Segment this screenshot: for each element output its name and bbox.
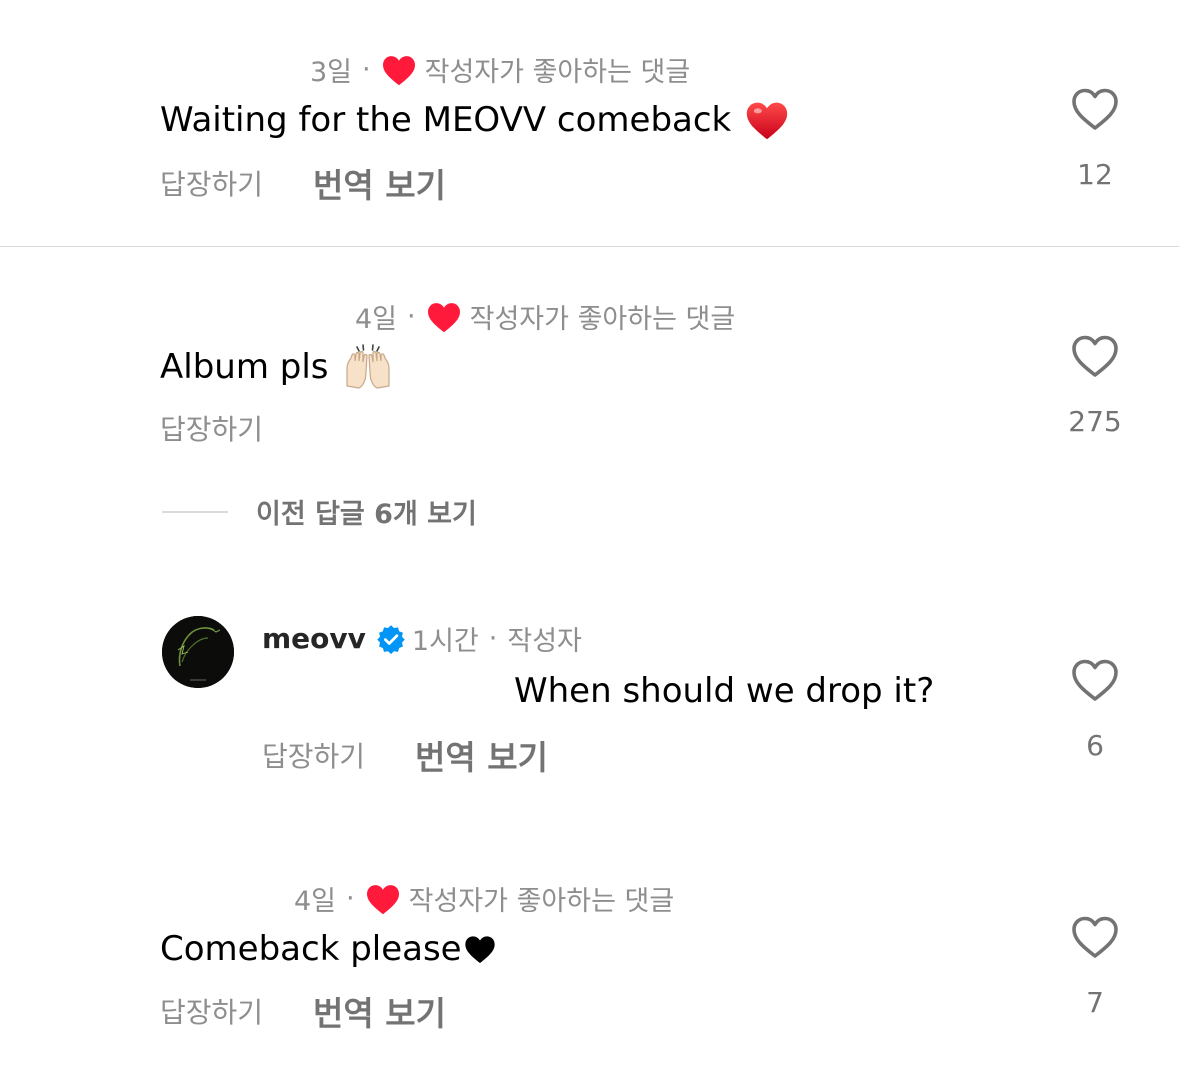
reply-button[interactable]: 답장하기: [160, 408, 263, 448]
reply-actions: 답장하기 번역 보기: [262, 732, 548, 778]
heart-icon: [381, 54, 417, 86]
comment-actions: 답장하기 번역 보기: [160, 988, 446, 1034]
comment-meta: 4일 · 작성자가 좋아하는 댓글: [294, 879, 674, 918]
like-count: 6: [1086, 729, 1104, 762]
heart-outline-icon[interactable]: [1070, 914, 1120, 960]
translate-button[interactable]: 번역 보기: [313, 987, 446, 1035]
divider: [0, 246, 1179, 247]
comment-meta: 4일 · 작성자가 좋아하는 댓글: [355, 297, 735, 336]
liked-by-creator-label: 작성자가 좋아하는 댓글: [469, 304, 736, 335]
meta-separator: ·: [362, 54, 371, 85]
comments-screen: 3일 · 작성자가 좋아하는 댓글 Waiting for the MEOVV …: [0, 0, 1179, 1076]
comment-text-content: Comeback please: [160, 929, 462, 969]
translate-button[interactable]: 번역 보기: [313, 159, 446, 207]
comment-meta: 3일 · 작성자가 좋아하는 댓글: [310, 50, 690, 89]
reply-button[interactable]: 답장하기: [262, 735, 365, 775]
comment-time: 4일: [355, 304, 398, 335]
translate-button[interactable]: 번역 보기: [415, 731, 548, 779]
avatar[interactable]: [162, 616, 234, 688]
reply-text: When should we drop it?: [514, 671, 935, 711]
comment-actions: 답장하기: [160, 405, 263, 451]
reply-author-row: meovv 1시간 · 작성자: [262, 619, 582, 658]
comment-text-content: Album pls: [160, 347, 329, 387]
raising-hands-emoji-icon: [343, 344, 393, 390]
comment-time: 4일: [294, 886, 337, 917]
like-count: 12: [1077, 158, 1113, 191]
comment-time: 3일: [310, 57, 353, 88]
reply-button[interactable]: 답장하기: [160, 163, 263, 203]
black-heart-emoji-icon: [464, 934, 496, 964]
liked-by-creator-label: 작성자가 좋아하는 댓글: [408, 886, 675, 917]
meta-separator: ·: [488, 623, 498, 654]
comment-text: Waiting for the MEOVV comeback: [160, 97, 789, 143]
heart-icon: [426, 301, 462, 333]
comment-actions: 답장하기 번역 보기: [160, 160, 446, 206]
reply-time: 1시간: [411, 626, 479, 657]
verified-badge-icon: [376, 624, 406, 654]
replies-divider-line: [162, 510, 228, 513]
view-previous-replies-label: 이전 답글 6개 보기: [256, 499, 477, 530]
comment-text: Album pls: [160, 344, 393, 390]
comment-text-content: Waiting for the MEOVV comeback: [160, 100, 732, 140]
red-heart-emoji-icon: [745, 99, 789, 141]
username-link[interactable]: meovv: [262, 622, 366, 655]
meta-separator: ·: [407, 301, 416, 332]
like-count: 275: [1068, 405, 1122, 438]
liked-by-creator-label: 작성자가 좋아하는 댓글: [424, 57, 691, 88]
reply-button[interactable]: 답장하기: [160, 991, 263, 1031]
meta-separator: ·: [346, 883, 355, 914]
comment-text: Comeback please: [160, 926, 496, 972]
view-previous-replies-button[interactable]: 이전 답글 6개 보기: [162, 492, 477, 531]
heart-outline-icon[interactable]: [1070, 86, 1120, 132]
heart-icon: [365, 883, 401, 915]
heart-outline-icon[interactable]: [1070, 657, 1120, 703]
heart-outline-icon[interactable]: [1070, 333, 1120, 379]
like-count: 7: [1086, 986, 1104, 1019]
author-role-label: 작성자: [507, 626, 582, 657]
